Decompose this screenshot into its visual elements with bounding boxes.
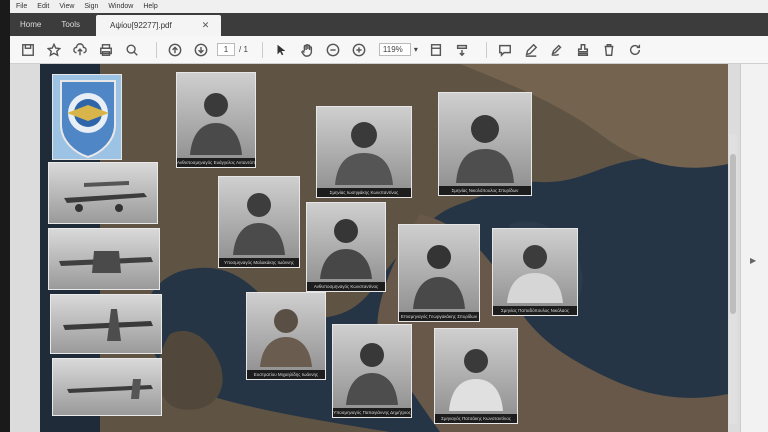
document-title: Αψίου[92277].pdf — [110, 21, 172, 30]
menu-sign[interactable]: Sign — [84, 3, 98, 10]
portrait-photo: Ανθυποσμηναγός Κωνσταντίνος — [306, 202, 386, 292]
upload-icon[interactable] — [70, 40, 90, 60]
pdf-page: Ανθυποσμηναγός Ευάγγελος Ανταντόπουλος Σ… — [40, 64, 728, 432]
page-up-icon[interactable] — [165, 40, 185, 60]
delete-icon[interactable] — [599, 40, 619, 60]
tab-document[interactable]: Αψίου[92277].pdf ✕ — [96, 15, 222, 36]
portrait-caption: Σμηναγός Πατσάκης Κωνσταντίνος — [435, 414, 517, 423]
tab-bar: Home Tools Αψίου[92277].pdf ✕ — [10, 13, 768, 36]
portrait-caption: Σμηνίας Νικολόπουλος Σπυρίδων — [439, 186, 531, 195]
tab-tools[interactable]: Tools — [51, 13, 90, 36]
portrait-photo: Επισμηναγός Γεωργακάκης Σπυρίδων — [398, 224, 480, 322]
acrobat-window: File Edit View Sign Window Help Home Too… — [10, 0, 768, 432]
save-icon[interactable] — [18, 40, 38, 60]
rotate-icon[interactable] — [625, 40, 645, 60]
stamp-icon[interactable] — [573, 40, 593, 60]
aircraft-photo — [48, 162, 158, 224]
right-pane: ▶ — [740, 64, 768, 432]
zoom-out-icon[interactable] — [323, 40, 343, 60]
menu-view[interactable]: View — [59, 3, 74, 10]
zoom-select[interactable]: 119% ▾ — [378, 43, 418, 56]
menu-help[interactable]: Help — [143, 3, 157, 10]
select-arrow-icon[interactable] — [271, 40, 291, 60]
toolbar: 1 / 1 119% ▾ — [10, 36, 768, 64]
portrait-photo: Σμηνίας Ιωσηφάκης Κωνσταντίνος — [316, 106, 412, 198]
close-tab-icon[interactable]: ✕ — [202, 20, 210, 31]
chevron-down-icon[interactable]: ▾ — [414, 45, 418, 54]
page-number-input[interactable]: 1 — [217, 43, 235, 56]
portrait-photo: Υποσμηναγός Παπαγιάννης Δημήτριος — [332, 324, 412, 418]
air-force-emblem — [52, 74, 122, 160]
portrait-photo: Ευστρατίου Μιχαηλίδης Ιωάννης — [246, 292, 326, 380]
portrait-photo: Ανθυποσμηναγός Ευάγγελος Ανταντόπουλος — [176, 72, 256, 168]
search-icon[interactable] — [122, 40, 142, 60]
portrait-caption: Υποσμηναγός Μαλακάκης Ιωάννης — [219, 258, 299, 267]
comment-icon[interactable] — [495, 40, 515, 60]
toolbar-divider — [485, 41, 487, 58]
page-navigator: 1 / 1 — [217, 43, 248, 56]
aircraft-photo — [52, 358, 162, 416]
menu-file[interactable]: File — [16, 3, 27, 10]
page-down-icon[interactable] — [191, 40, 211, 60]
portrait-photo: Σμηνίας Παπαδόπουλος Νικόλαος — [492, 228, 578, 316]
document-viewer[interactable]: Ανθυποσμηναγός Ευάγγελος Ανταντόπουλος Σ… — [10, 64, 740, 432]
portrait-caption: Ευστρατίου Μιχαηλίδης Ιωάννης — [247, 370, 325, 379]
menu-window[interactable]: Window — [108, 3, 133, 10]
scroll-mode-icon[interactable] — [452, 40, 472, 60]
aircraft-photo — [50, 294, 162, 354]
portrait-caption: Σμηνίας Ιωσηφάκης Κωνσταντίνος — [317, 188, 411, 197]
page-total: / 1 — [239, 45, 248, 54]
portrait-photo: Υποσμηναγός Μαλακάκης Ιωάννης — [218, 176, 300, 268]
expand-pane-icon[interactable]: ▶ — [750, 256, 756, 265]
sign-icon[interactable] — [547, 40, 567, 60]
scrollbar-thumb[interactable] — [730, 154, 736, 314]
fit-page-icon[interactable] — [426, 40, 446, 60]
menu-edit[interactable]: Edit — [37, 3, 49, 10]
aircraft-photo — [48, 228, 160, 290]
portrait-caption: Υποσμηναγός Παπαγιάννης Δημήτριος — [333, 408, 411, 417]
zoom-value[interactable]: 119% — [378, 43, 411, 56]
portrait-photo: Σμηναγός Πατσάκης Κωνσταντίνος — [434, 328, 518, 424]
portrait-caption: Ανθυποσμηναγός Κωνσταντίνος — [307, 282, 385, 291]
vertical-scrollbar[interactable] — [729, 134, 737, 424]
portrait-caption: Επισμηναγός Γεωργακάκης Σπυρίδων — [399, 312, 479, 321]
pen-icon[interactable] — [521, 40, 541, 60]
hand-icon[interactable] — [297, 40, 317, 60]
menu-bar: File Edit View Sign Window Help — [10, 0, 768, 13]
star-icon[interactable] — [44, 40, 64, 60]
toolbar-divider — [261, 41, 263, 58]
portrait-caption: Ανθυποσμηναγός Ευάγγελος Ανταντόπουλος — [177, 158, 255, 167]
tab-home[interactable]: Home — [10, 13, 51, 36]
toolbar-divider — [156, 41, 157, 58]
print-icon[interactable] — [96, 40, 116, 60]
zoom-in-icon[interactable] — [349, 40, 369, 60]
portrait-photo: Σμηνίας Νικολόπουλος Σπυρίδων — [438, 92, 532, 196]
portrait-caption: Σμηνίας Παπαδόπουλος Νικόλαος — [493, 306, 577, 315]
